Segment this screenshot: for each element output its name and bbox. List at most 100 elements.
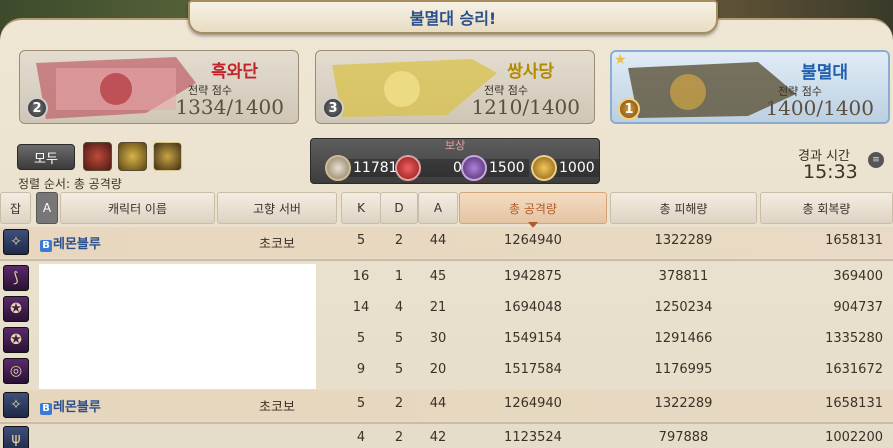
col-total-damage-label: 총 공격량 [509, 201, 557, 216]
table-row[interactable]: ✧ B 레몬블루 초코보 5 2 44 1264940 1322289 16581… [0, 227, 893, 258]
assists: 20 [429, 362, 447, 377]
job-dps-icon: ✪ [3, 327, 29, 353]
rank-badge-1: 1 [618, 98, 640, 120]
sort-order-label: 정렬 순서: 총 공격량 [18, 177, 122, 191]
redacted-names [39, 264, 316, 389]
reward-label: 보상 [445, 139, 466, 152]
kills: 9 [356, 362, 366, 377]
party-b-icon: B [40, 403, 52, 415]
job-dps-icon: ✪ [3, 296, 29, 322]
team-card-1: 2 흑와단 전략 점수 1334/1400 [19, 50, 299, 124]
assists: 44 [429, 233, 447, 248]
red-token-icon [395, 155, 421, 181]
total-damage: 1123524 [504, 430, 562, 445]
col-alliance[interactable]: A [36, 192, 58, 224]
col-job[interactable]: 잡 [0, 192, 31, 224]
total-damage: 1694048 [504, 300, 562, 315]
col-damage-taken[interactable]: 총 피해량 [610, 192, 757, 224]
job-dps-icon: ◎ [3, 358, 29, 384]
home-server: 초코보 [259, 400, 295, 415]
victory-title: 불멸대 승리! [409, 9, 497, 28]
deaths: 5 [394, 331, 404, 346]
filter-all-button[interactable]: 모두 [17, 144, 75, 170]
strategy-score: 1334/1400 [175, 95, 284, 119]
kills: 14 [352, 300, 370, 315]
assists: 45 [429, 269, 447, 284]
filter-team-black-button[interactable] [153, 142, 182, 171]
damage-taken: 1291466 [654, 331, 713, 346]
kills: 5 [356, 331, 366, 346]
table-header: 잡 A 캐릭터 이름 고향 서버 K D A 총 공격량 총 피해량 총 회복량 [0, 192, 893, 228]
col-assists[interactable]: A [418, 192, 458, 224]
col-character-name[interactable]: 캐릭터 이름 [60, 192, 215, 224]
col-kills[interactable]: K [341, 192, 381, 224]
rank-badge-3: 3 [322, 97, 344, 119]
job-astrologian-icon: ✧ [3, 392, 29, 418]
deaths: 5 [394, 362, 404, 377]
divider [0, 259, 893, 261]
character-name: B 레몬블루 [40, 396, 101, 415]
col-healing[interactable]: 총 회복량 [760, 192, 893, 224]
assists: 42 [429, 430, 447, 445]
healing: 369400 [833, 269, 883, 284]
col-total-damage[interactable]: 총 공격량 [459, 192, 607, 228]
healing: 1335280 [825, 331, 883, 346]
damage-taken: 1322289 [654, 233, 713, 248]
details-icon[interactable]: ≡ [868, 152, 884, 168]
damage-taken: 1250234 [654, 300, 713, 315]
assists: 30 [429, 331, 447, 346]
table-row[interactable]: ψ 4 2 42 1123524 797888 1002200 [0, 424, 893, 448]
total-damage: 1549154 [504, 331, 562, 346]
kills: 5 [356, 396, 366, 411]
gold-medal-icon [531, 155, 557, 181]
col-home-server[interactable]: 고향 서버 [217, 192, 337, 224]
assists: 21 [429, 300, 447, 315]
reward-item: 0 [395, 155, 466, 181]
strategy-score: 1210/1400 [471, 95, 580, 119]
damage-taken: 378811 [658, 269, 709, 284]
kills: 5 [356, 233, 366, 248]
home-server: 초코보 [259, 237, 295, 252]
job-tank-icon: ψ [3, 426, 29, 448]
col-deaths[interactable]: D [380, 192, 418, 224]
wolf-mark-icon [325, 155, 351, 181]
deaths: 4 [394, 300, 404, 315]
deaths: 2 [394, 396, 404, 411]
filter-team-yellow-button[interactable] [118, 142, 147, 171]
job-astrologian-icon: ✧ [3, 229, 29, 255]
table-row[interactable]: ✧ B 레몬블루 초코보 5 2 44 1264940 1322289 16581… [0, 390, 893, 421]
deaths: 2 [394, 430, 404, 445]
team-name: 쌍사당 [507, 62, 554, 82]
team-name: 흑와단 [211, 62, 258, 82]
job-bard-icon: ⟆ [3, 265, 29, 291]
team-name: 불멸대 [801, 63, 848, 83]
elapsed-time: 15:33 [803, 161, 858, 183]
assists: 44 [429, 396, 447, 411]
party-b-icon: B [40, 240, 52, 252]
deaths: 1 [394, 269, 404, 284]
rank-badge-2: 2 [26, 97, 48, 119]
character-name: B 레몬블루 [40, 233, 101, 252]
healing: 904737 [833, 300, 883, 315]
healing: 1658131 [825, 396, 883, 411]
strategy-score: 1400/1400 [765, 96, 874, 120]
filter-team-red-button[interactable] [83, 142, 112, 171]
deaths: 2 [394, 233, 404, 248]
total-damage: 1264940 [504, 396, 562, 411]
team-card-2: 3 쌍사당 전략 점수 1210/1400 [315, 50, 595, 124]
healing: 1002200 [825, 430, 883, 445]
character-name-text: 레몬블루 [53, 400, 101, 415]
purple-token-icon [461, 155, 487, 181]
star-icon: ★ [614, 52, 627, 68]
team-card-winner: ★ 1 불멸대 전략 점수 1400/1400 [610, 50, 890, 124]
damage-taken: 797888 [658, 430, 709, 445]
damage-taken: 1322289 [654, 396, 713, 411]
reward-panel: 보상 1178100 0 1500 1000 [310, 138, 600, 184]
kills: 16 [352, 269, 370, 284]
reward-item: 1000 [531, 155, 599, 181]
total-damage: 1517584 [504, 362, 562, 377]
kills: 4 [356, 430, 366, 445]
healing: 1631672 [825, 362, 883, 377]
total-damage: 1942875 [504, 269, 562, 284]
healing: 1658131 [825, 233, 883, 248]
